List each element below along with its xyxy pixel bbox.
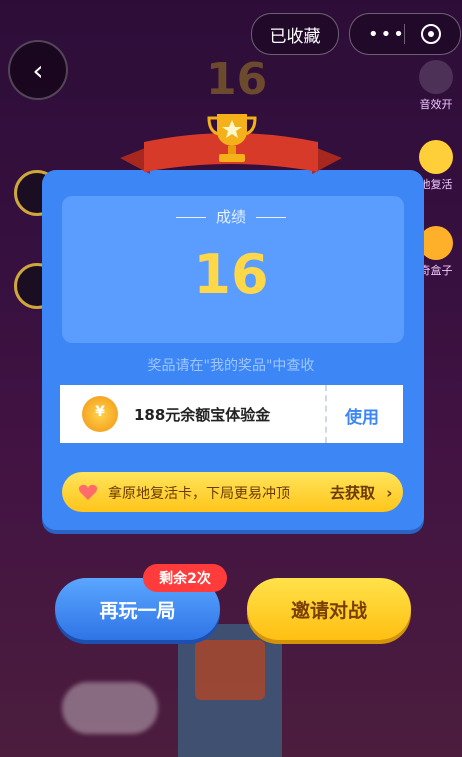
- coupon-card: ¥ 188元余额宝体验金 使用: [60, 385, 403, 443]
- revive-card-banner[interactable]: 拿原地复活卡，下局更易冲顶 去获取 ›: [62, 472, 403, 512]
- music-toggle-label: 音效开: [419, 98, 453, 111]
- coupon-divider: [325, 385, 327, 443]
- favorite-button[interactable]: 已收藏: [251, 13, 339, 55]
- invite-battle-button[interactable]: 邀请对战: [247, 578, 411, 640]
- use-coupon-button[interactable]: 使用: [345, 403, 379, 428]
- get-revive-label: 去获取: [330, 484, 376, 502]
- trophy-icon: [207, 114, 257, 162]
- coupon-amount: 188元余额宝体验金: [134, 406, 271, 424]
- get-revive-button[interactable]: 去获取 ›: [330, 482, 392, 503]
- remaining-plays-badge: 剩余2次: [143, 564, 227, 592]
- score-title-dash: [256, 217, 286, 218]
- chevron-right-icon: ›: [386, 484, 393, 502]
- target-close-icon[interactable]: [420, 23, 442, 45]
- chevron-left-icon: ‹: [32, 53, 44, 87]
- background-cloud: [62, 682, 158, 734]
- music-icon: [419, 60, 453, 94]
- heart-icon: [78, 484, 98, 500]
- revive-card-icon: [419, 140, 453, 174]
- background-truck-panel: [195, 640, 265, 700]
- score-title: 成绩: [0, 206, 462, 227]
- music-toggle[interactable]: 音效开: [416, 60, 456, 112]
- score-title-text: 成绩: [215, 208, 246, 226]
- score-value: 16: [193, 243, 269, 306]
- coin-symbol: ¥: [95, 404, 105, 420]
- prize-hint: 奖品请在"我的奖品"中查收: [147, 358, 315, 374]
- score-title-dash: [175, 217, 206, 218]
- coin-icon: ¥: [82, 396, 118, 432]
- capsule-menu: •••: [349, 13, 461, 55]
- background-score: 16: [206, 54, 268, 105]
- revive-banner-text: 拿原地复活卡，下局更易冲顶: [108, 486, 290, 502]
- ellipsis-icon[interactable]: •••: [368, 24, 406, 45]
- favorite-label: 已收藏: [269, 26, 321, 47]
- capsule-divider: [404, 24, 405, 44]
- back-button[interactable]: ‹: [8, 40, 68, 100]
